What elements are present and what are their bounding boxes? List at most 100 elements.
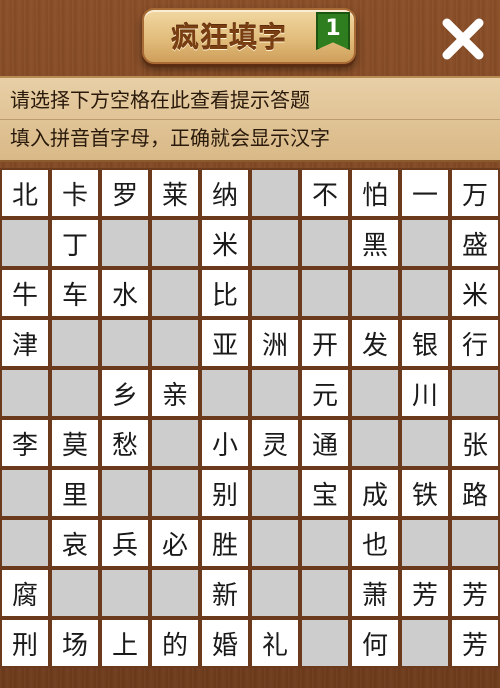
app-title: 疯狂填字 <box>170 21 287 54</box>
grid-cell[interactable]: 张 <box>450 418 500 468</box>
grid-cell[interactable]: 川 <box>400 368 450 418</box>
grid-cell[interactable]: 万 <box>450 168 500 218</box>
hint-panel: 请选择下方空格在此查看提示答题 填入拼音首字母，正确就会显示汉字 <box>0 76 500 162</box>
grid-cell[interactable]: 行 <box>450 318 500 368</box>
blocked-cell <box>250 468 300 518</box>
grid-cell[interactable]: 元 <box>300 368 350 418</box>
blocked-cell <box>50 568 100 618</box>
grid-cell[interactable]: 比 <box>200 268 250 318</box>
blocked-cell <box>450 368 500 418</box>
blocked-cell <box>50 368 100 418</box>
grid-cell[interactable]: 胜 <box>200 518 250 568</box>
close-icon <box>442 18 484 60</box>
grid-cell[interactable]: 黑 <box>350 218 400 268</box>
grid-cell[interactable]: 纳 <box>200 168 250 218</box>
grid-cell[interactable]: 刑 <box>0 618 50 668</box>
blocked-cell <box>300 518 350 568</box>
grid-cell[interactable]: 的 <box>150 618 200 668</box>
grid-cell[interactable]: 北 <box>0 168 50 218</box>
blocked-cell <box>250 218 300 268</box>
grid-cell[interactable]: 小 <box>200 418 250 468</box>
blocked-cell <box>400 218 450 268</box>
blocked-cell <box>150 318 200 368</box>
grid-cell[interactable]: 米 <box>200 218 250 268</box>
grid-cell[interactable]: 礼 <box>250 618 300 668</box>
blocked-cell <box>100 568 150 618</box>
grid-cell[interactable]: 丁 <box>50 218 100 268</box>
grid-cell[interactable]: 铁 <box>400 468 450 518</box>
blocked-cell <box>400 418 450 468</box>
hint-line-1: 请选择下方空格在此查看提示答题 <box>10 88 310 112</box>
blocked-cell <box>0 218 50 268</box>
grid-cell[interactable]: 必 <box>150 518 200 568</box>
grid-cell[interactable]: 灵 <box>250 418 300 468</box>
hint-line-2: 填入拼音首字母，正确就会显示汉字 <box>10 126 330 150</box>
grid-cell[interactable]: 通 <box>300 418 350 468</box>
grid-cell[interactable]: 兵 <box>100 518 150 568</box>
blocked-cell <box>250 268 300 318</box>
grid-cell[interactable]: 米 <box>450 268 500 318</box>
grid-cell[interactable]: 哀 <box>50 518 100 568</box>
blocked-cell <box>150 568 200 618</box>
grid-cell[interactable]: 亲 <box>150 368 200 418</box>
blocked-cell <box>150 218 200 268</box>
grid-cell[interactable]: 也 <box>350 518 400 568</box>
grid-cell[interactable]: 愁 <box>100 418 150 468</box>
crossword-grid: 北卡罗莱纳不怕一万丁米黑盛牛车水比米津亚洲开发银行乡亲元川李莫愁小灵通张里别宝成… <box>0 168 500 668</box>
grid-cell[interactable]: 别 <box>200 468 250 518</box>
grid-cell[interactable]: 上 <box>100 618 150 668</box>
grid-cell[interactable]: 发 <box>350 318 400 368</box>
blocked-cell <box>0 368 50 418</box>
grid-cell[interactable]: 里 <box>50 468 100 518</box>
grid-cell[interactable]: 莫 <box>50 418 100 468</box>
blocked-cell <box>300 218 350 268</box>
grid-cell[interactable]: 亚 <box>200 318 250 368</box>
grid-cell[interactable]: 萧 <box>350 568 400 618</box>
grid-cell[interactable]: 牛 <box>0 268 50 318</box>
grid-cell[interactable]: 婚 <box>200 618 250 668</box>
blocked-cell <box>250 568 300 618</box>
blocked-cell <box>50 318 100 368</box>
grid-cell[interactable]: 津 <box>0 318 50 368</box>
grid-cell[interactable]: 车 <box>50 268 100 318</box>
grid-cell[interactable]: 怕 <box>350 168 400 218</box>
grid-cell[interactable]: 卡 <box>50 168 100 218</box>
close-button[interactable] <box>438 14 488 64</box>
grid-cell[interactable]: 开 <box>300 318 350 368</box>
blocked-cell <box>450 518 500 568</box>
grid-cell[interactable]: 一 <box>400 168 450 218</box>
grid-cell[interactable]: 芳 <box>450 568 500 618</box>
grid-cell[interactable]: 不 <box>300 168 350 218</box>
blocked-cell <box>250 518 300 568</box>
blocked-cell <box>400 268 450 318</box>
grid-cell[interactable]: 宝 <box>300 468 350 518</box>
grid-cell[interactable]: 芳 <box>450 618 500 668</box>
blocked-cell <box>0 468 50 518</box>
grid-cell[interactable]: 成 <box>350 468 400 518</box>
blocked-cell <box>100 468 150 518</box>
grid-cell[interactable]: 芳 <box>400 568 450 618</box>
blocked-cell <box>150 268 200 318</box>
blocked-cell <box>350 268 400 318</box>
blocked-cell <box>150 418 200 468</box>
blocked-cell <box>100 318 150 368</box>
grid-cell[interactable]: 洲 <box>250 318 300 368</box>
bottom-wood-strip <box>0 668 500 688</box>
grid-cell[interactable]: 场 <box>50 618 100 668</box>
grid-cell[interactable]: 新 <box>200 568 250 618</box>
grid-cell[interactable]: 腐 <box>0 568 50 618</box>
top-bar: 疯狂填字 1 <box>0 0 500 76</box>
blocked-cell <box>300 268 350 318</box>
blocked-cell <box>250 168 300 218</box>
grid-cell[interactable]: 盛 <box>450 218 500 268</box>
grid-cell[interactable]: 水 <box>100 268 150 318</box>
blocked-cell <box>100 218 150 268</box>
grid-cell[interactable]: 乡 <box>100 368 150 418</box>
grid-cell[interactable]: 银 <box>400 318 450 368</box>
grid-cell[interactable]: 罗 <box>100 168 150 218</box>
blocked-cell <box>400 518 450 568</box>
grid-cell[interactable]: 李 <box>0 418 50 468</box>
grid-cell[interactable]: 路 <box>450 468 500 518</box>
grid-cell[interactable]: 莱 <box>150 168 200 218</box>
grid-cell[interactable]: 何 <box>350 618 400 668</box>
